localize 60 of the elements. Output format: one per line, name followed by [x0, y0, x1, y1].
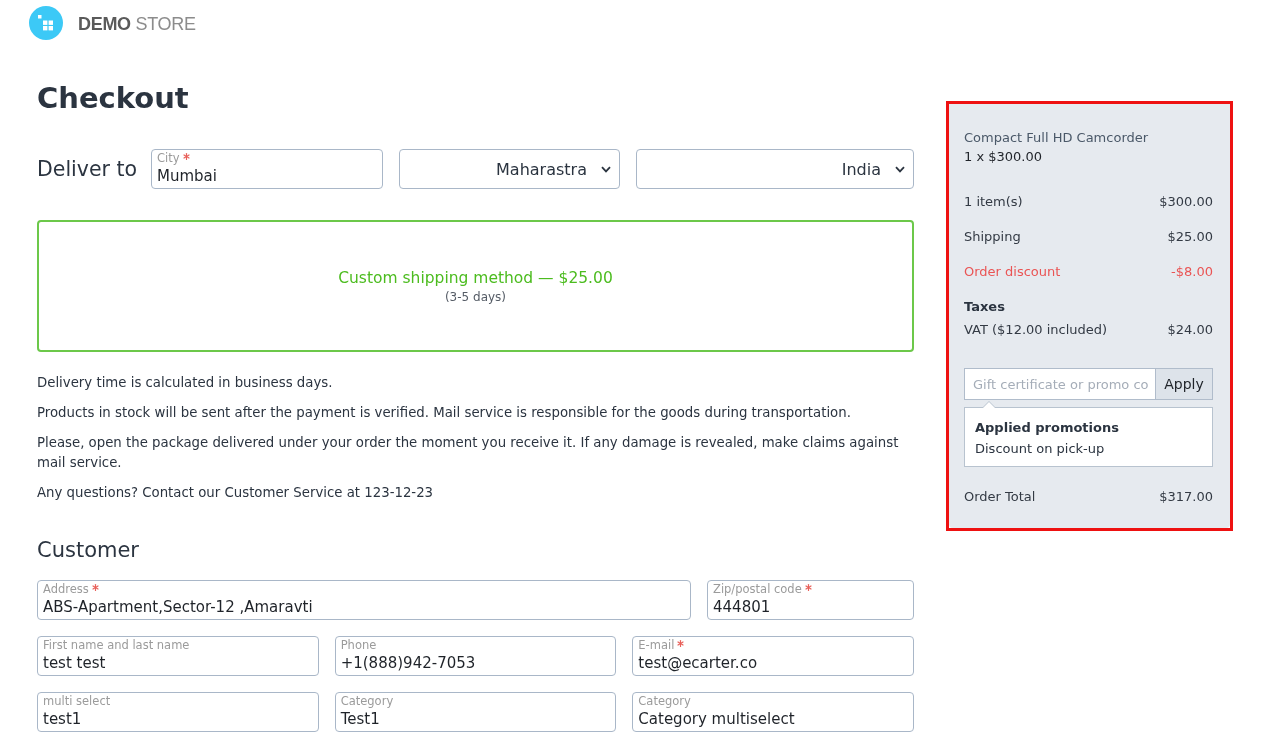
text-field[interactable]: E-mail test@ecarter.co	[632, 636, 914, 676]
field-value: 444801	[713, 597, 772, 617]
info-paragraph: Any questions? Contact our Customer Service at 123-12-23	[37, 484, 435, 502]
text-field[interactable]: Phone +1(888)942-7053	[334, 636, 617, 676]
text-field[interactable]: multi select test1	[37, 692, 319, 732]
field-value: +1(888)942-7053	[340, 653, 477, 673]
field-label: Category	[340, 694, 394, 709]
info-paragraph: Delivery time is calculated in business days.	[37, 374, 334, 392]
promotion-item: Discount on pick-up	[975, 440, 1106, 458]
total-label: Order Total	[964, 488, 1036, 506]
text-field[interactable]: Category Category multiselect	[632, 692, 914, 732]
field-value: test test	[43, 653, 107, 673]
store-name[interactable]: DEMO STORE	[78, 6, 196, 42]
promo-code-field[interactable]: Gift certificate or promo co	[964, 368, 1155, 400]
field-value: Mumbai	[157, 166, 218, 186]
field-label: Category	[638, 694, 691, 709]
field-value: ABS-Apartment,Sector-12 ,Amaravti	[43, 597, 314, 617]
field-label: Address	[43, 582, 89, 597]
chevron-down-icon	[601, 165, 611, 173]
tax-label: VAT ($12.00 included)	[964, 321, 1108, 339]
store-logo-icon[interactable]	[29, 6, 63, 40]
promotions-title: Applied promotions	[975, 419, 1120, 437]
text-field[interactable]: City Mumbai	[151, 149, 383, 189]
deliver-label: Deliver to	[37, 157, 135, 181]
shipping-name: Custom shipping method — $25.00	[338, 268, 613, 287]
text-field[interactable]: Zip/postal code 444801	[707, 580, 914, 620]
text-field[interactable]: Address ABS-Apartment,Sector-12 ,Amaravti	[37, 580, 691, 620]
info-paragraph: Products in stock will be sent after the payment is verified. Mail service is responsible for the goods during transportation.	[37, 404, 852, 422]
summary-label: 1 item(s)	[964, 193, 1023, 211]
taxes-title: Taxes	[964, 298, 1006, 316]
summary-label: Order discount	[964, 263, 1061, 281]
summary-amount: $25.00	[1167, 228, 1213, 246]
chevron-down-icon	[895, 165, 905, 173]
text-field[interactable]: Category Test1	[334, 692, 617, 732]
field-value: Category multiselect	[638, 709, 796, 729]
field-label: First name and last name	[43, 638, 190, 653]
field-value: test1	[43, 709, 83, 729]
total-amount: $317.00	[1159, 488, 1213, 506]
product-quantity: 1 x $300.00	[964, 148, 1043, 166]
field-label: E-mail	[638, 638, 675, 653]
field-label: multi select	[43, 694, 111, 709]
section-title: Customer	[37, 537, 140, 564]
shipping-option[interactable]: Custom shipping method — $25.00 (3-5 days)	[37, 220, 914, 352]
select-dropdown[interactable]: Maharastra	[399, 149, 620, 189]
summary-label: Shipping	[964, 228, 1021, 246]
info-paragraph: Please, open the package delivered under your order the moment you receive it. If any damage is revealed, make claims against mail service.	[37, 434, 900, 472]
field-label: City	[157, 151, 180, 166]
shipping-note: (3-5 days)	[444, 289, 507, 304]
summary-amount: $300.00	[1159, 193, 1213, 211]
field-label: Zip/postal code	[713, 582, 802, 597]
product-name: Compact Full HD Camcorder	[964, 129, 1150, 147]
summary-amount: -$8.00	[1171, 263, 1213, 281]
text-field[interactable]: First name and last name test test	[37, 636, 319, 676]
page-title: Checkout	[37, 80, 190, 116]
apply-button[interactable]: Apply	[1155, 368, 1213, 400]
select-dropdown[interactable]: India	[636, 149, 914, 189]
field-value: test@ecarter.co	[638, 653, 759, 673]
field-value: Test1	[340, 709, 381, 729]
field-label: Phone	[340, 638, 377, 653]
tax-amount: $24.00	[1167, 321, 1213, 339]
